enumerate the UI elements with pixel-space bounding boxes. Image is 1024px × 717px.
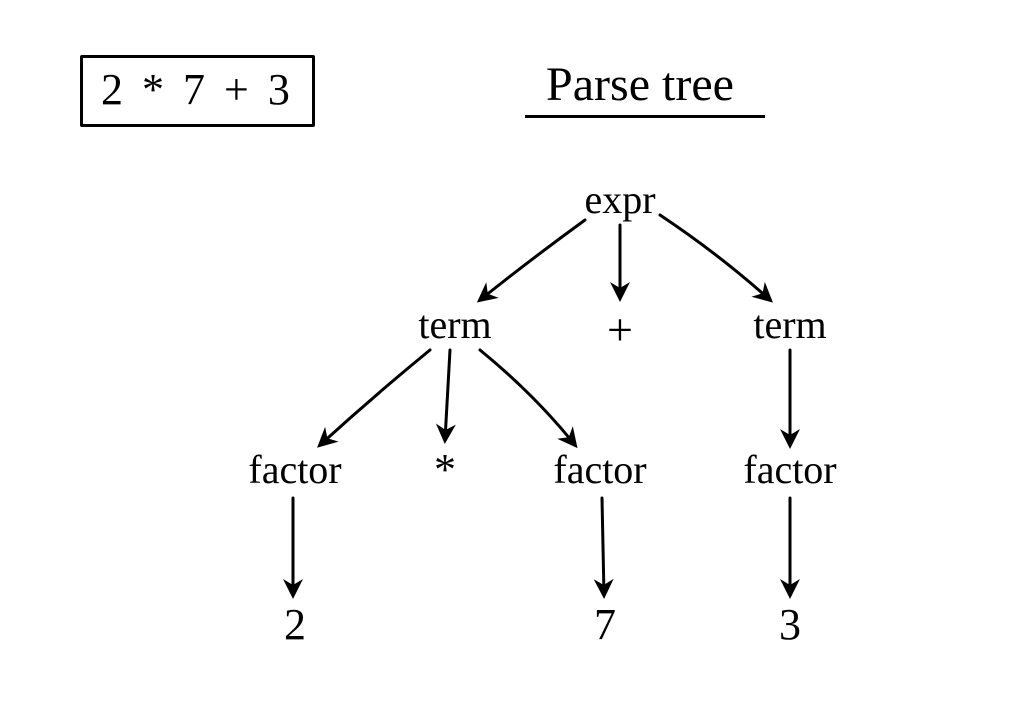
node-expr: expr (584, 180, 655, 220)
node-leaf-7: 7 (594, 603, 616, 647)
node-factor-l: factor (248, 450, 341, 490)
expression-box: 2 * 7 + 3 (80, 55, 315, 127)
node-leaf-3: 3 (779, 603, 801, 647)
title-underline (525, 115, 765, 118)
parse-tree-diagram: 2 * 7 + 3 Parse tree expr term + term fa… (0, 0, 1024, 717)
node-factor-r: factor (743, 450, 836, 490)
node-term-right: term (753, 305, 826, 345)
node-term-left: term (418, 305, 491, 345)
node-plus: + (607, 307, 633, 353)
node-factor-m: factor (553, 450, 646, 490)
node-star: * (434, 448, 456, 492)
node-leaf-2: 2 (284, 603, 306, 647)
diagram-title: Parse tree (546, 61, 734, 109)
